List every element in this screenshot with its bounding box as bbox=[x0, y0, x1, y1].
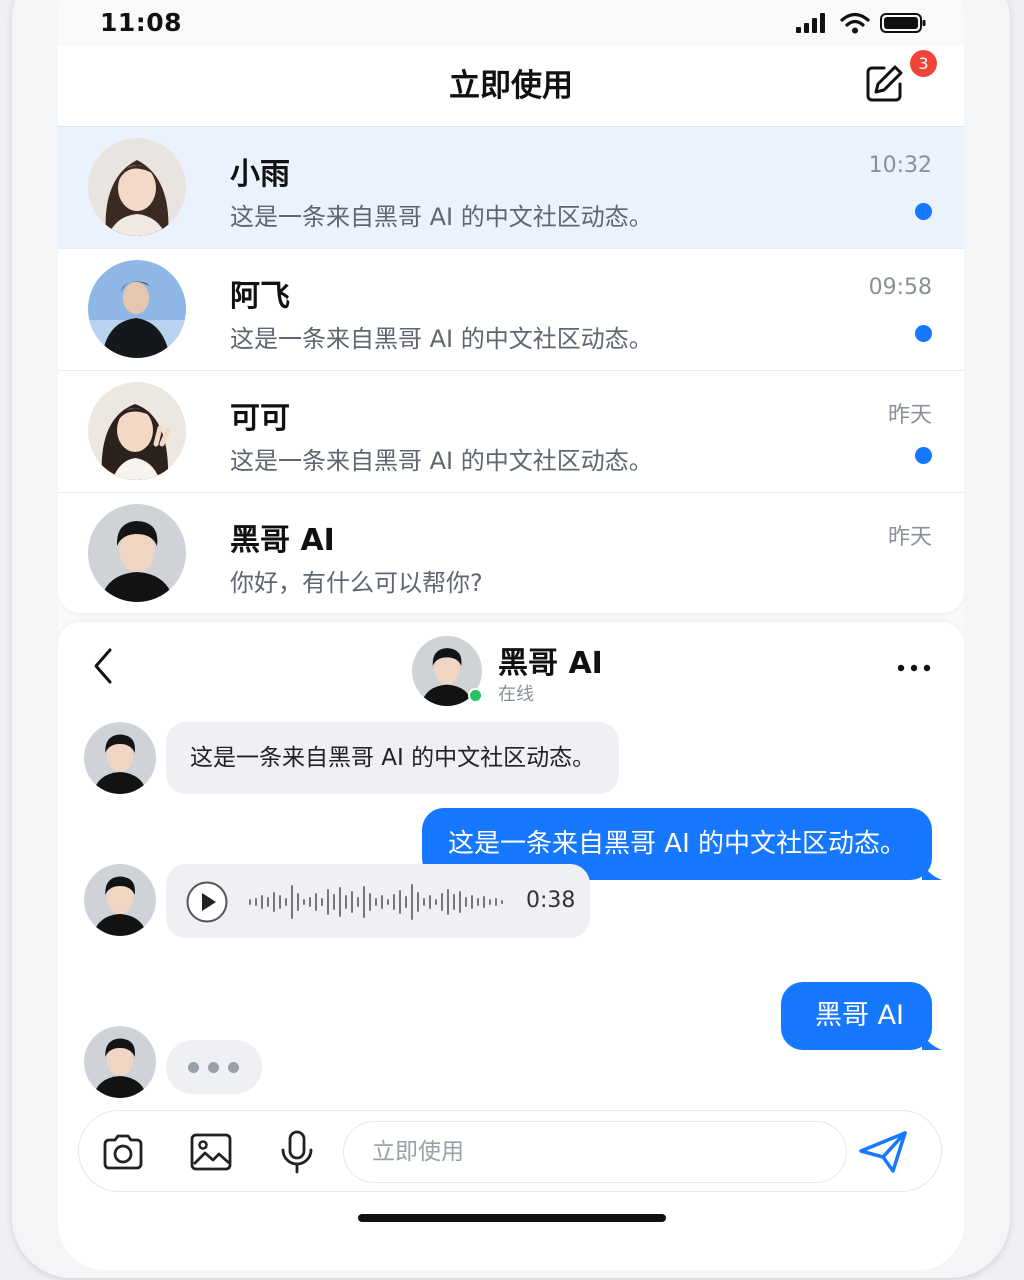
page-title: 立即使用 bbox=[449, 68, 573, 104]
conversation-row[interactable]: 阿飞 这是一条来自黑哥 AI 的中文社区动态。 09:58 bbox=[58, 248, 964, 370]
message-input-bar bbox=[78, 1110, 942, 1192]
outgoing-message-text: 这是一条来自黑哥 AI 的中文社区动态。 bbox=[448, 829, 906, 859]
conversation-name: 可可 bbox=[230, 401, 290, 436]
outgoing-message-text: 黑哥 AI bbox=[814, 1000, 904, 1031]
play-icon bbox=[186, 881, 228, 923]
bubble-tail bbox=[922, 1030, 942, 1050]
more-button[interactable] bbox=[896, 660, 932, 674]
conversation-name: 黑哥 AI bbox=[230, 523, 335, 558]
status-bar: 11:08 bbox=[58, 0, 964, 46]
conversation-time: 昨天 bbox=[887, 403, 932, 428]
camera-button[interactable] bbox=[99, 1128, 147, 1176]
phone-screen: 11:08 立即使用 3 小雨 这是一条来自黑哥 AI 的中文社区动态。 10:… bbox=[58, 0, 964, 1270]
typing-dot bbox=[188, 1062, 199, 1073]
microphone-icon bbox=[281, 1130, 313, 1174]
image-icon bbox=[190, 1133, 232, 1171]
conversation-row[interactable]: 可可 这是一条来自黑哥 AI 的中文社区动态。 昨天 bbox=[58, 370, 964, 492]
conversation-list: 小雨 这是一条来自黑哥 AI 的中文社区动态。 10:32 阿飞 这是一条来自黑… bbox=[58, 126, 964, 613]
voice-message[interactable]: 0:38 bbox=[166, 864, 590, 938]
message-input[interactable] bbox=[343, 1121, 847, 1183]
list-header: 立即使用 3 bbox=[58, 46, 964, 126]
bubble-tail bbox=[922, 860, 942, 880]
avatar bbox=[88, 504, 186, 602]
conversation-time: 昨天 bbox=[887, 525, 932, 550]
voice-duration: 0:38 bbox=[526, 888, 576, 913]
avatar bbox=[88, 260, 186, 358]
conversation-row[interactable]: 黑哥 AI 你好，有什么可以帮你? 昨天 bbox=[58, 492, 964, 613]
status-time: 11:08 bbox=[100, 8, 183, 37]
conversation-time: 10:32 bbox=[868, 153, 932, 178]
send-icon bbox=[859, 1131, 907, 1173]
more-icon bbox=[897, 664, 931, 672]
unread-dot bbox=[915, 447, 932, 464]
chat-contact-status: 在线 bbox=[498, 684, 534, 705]
conversation-preview: 你好，有什么可以帮你? bbox=[230, 569, 483, 597]
chat-contact-name: 黑哥 AI bbox=[498, 646, 603, 681]
online-indicator bbox=[468, 688, 483, 703]
unread-dot bbox=[915, 203, 932, 220]
conversation-name: 小雨 bbox=[230, 157, 290, 192]
status-icons bbox=[796, 12, 926, 38]
avatar bbox=[88, 382, 186, 480]
waveform bbox=[249, 884, 503, 920]
signal-icon bbox=[796, 12, 830, 38]
unread-dot bbox=[915, 325, 932, 342]
back-button[interactable] bbox=[88, 644, 118, 688]
typing-indicator bbox=[166, 1040, 262, 1094]
play-button[interactable] bbox=[186, 881, 228, 923]
battery-icon bbox=[880, 12, 926, 38]
conversation-name: 阿飞 bbox=[230, 279, 290, 314]
image-button[interactable] bbox=[187, 1128, 235, 1176]
wifi-icon bbox=[840, 12, 870, 38]
conversation-time: 09:58 bbox=[868, 275, 932, 300]
chat-panel: 黑哥 AI 在线 这是一条来自黑哥 AI 的中文社区动态。 这是一条来自黑哥 A… bbox=[58, 622, 964, 1270]
camera-icon bbox=[103, 1134, 143, 1170]
send-button[interactable] bbox=[855, 1127, 911, 1177]
avatar[interactable] bbox=[84, 722, 156, 794]
typing-dot bbox=[208, 1062, 219, 1073]
notification-badge: 3 bbox=[910, 50, 937, 77]
conversation-preview: 这是一条来自黑哥 AI 的中文社区动态。 bbox=[230, 447, 653, 475]
avatar[interactable] bbox=[84, 864, 156, 936]
compose-button[interactable] bbox=[862, 62, 906, 106]
avatar bbox=[88, 138, 186, 236]
conversation-preview: 这是一条来自黑哥 AI 的中文社区动态。 bbox=[230, 203, 653, 231]
outgoing-message: 黑哥 AI bbox=[780, 982, 942, 1050]
avatar[interactable] bbox=[84, 1026, 156, 1098]
incoming-message: 这是一条来自黑哥 AI 的中文社区动态。 bbox=[166, 722, 620, 794]
conversation-row[interactable]: 小雨 这是一条来自黑哥 AI 的中文社区动态。 10:32 bbox=[58, 126, 964, 248]
compose-icon bbox=[866, 65, 903, 102]
home-indicator bbox=[358, 1214, 666, 1222]
conversation-preview: 这是一条来自黑哥 AI 的中文社区动态。 bbox=[230, 325, 653, 353]
chevron-left-icon bbox=[94, 648, 112, 684]
microphone-button[interactable] bbox=[273, 1128, 321, 1176]
typing-dot bbox=[228, 1062, 239, 1073]
